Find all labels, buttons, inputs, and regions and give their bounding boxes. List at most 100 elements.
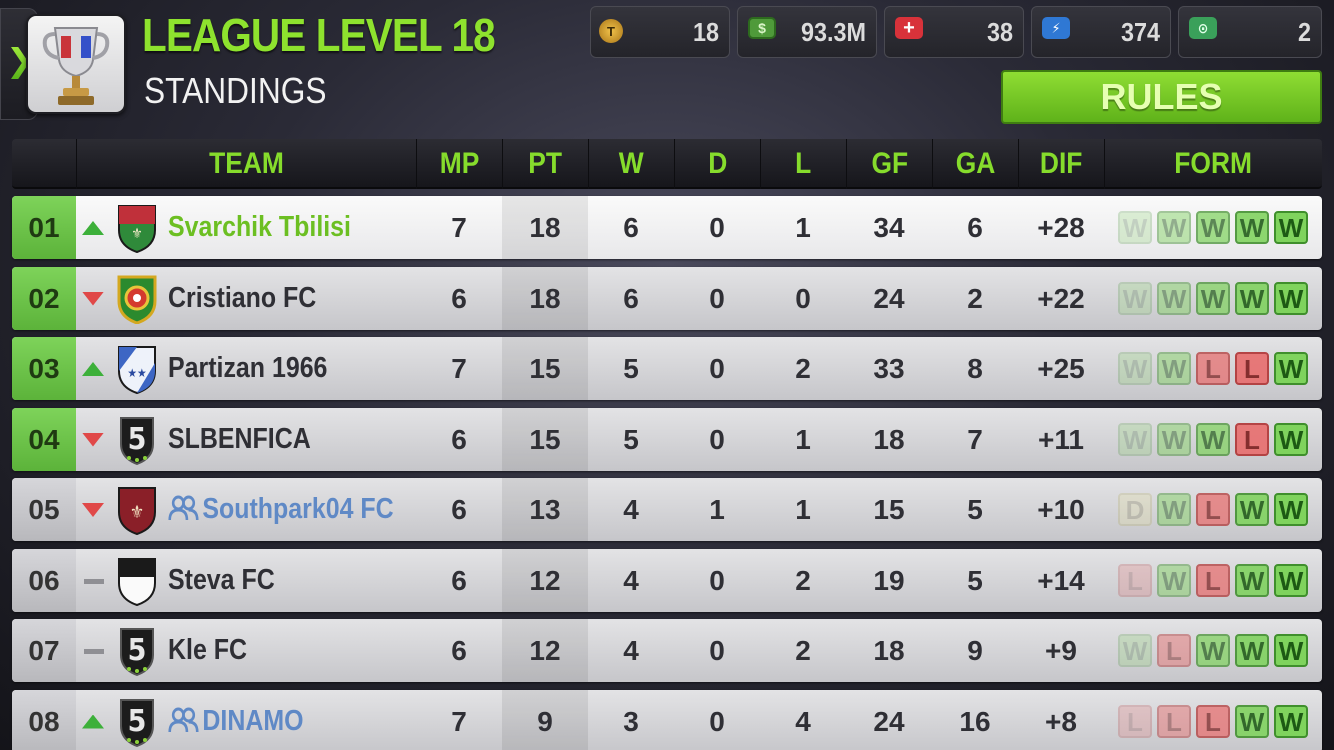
rules-button[interactable]: RULES (1001, 70, 1322, 124)
friends-icon (168, 495, 199, 521)
cell-d: 0 (709, 353, 725, 384)
form-guide: LLLWW (1118, 704, 1308, 739)
cell-l: 4 (795, 705, 811, 737)
team-name[interactable]: SLBENFICA (168, 408, 311, 471)
cell-w: 3 (623, 705, 639, 737)
cell-mp: 6 (451, 282, 467, 314)
form-result: W (1196, 281, 1230, 315)
league-cup-badge (26, 14, 126, 114)
form-result: W (1274, 634, 1308, 667)
table-row[interactable]: 02 Cristiano FC 6 18 6 0 0 24 2 +22 W W W W W (12, 266, 1322, 330)
cell-mp: 7 (451, 353, 467, 384)
trophy-icon (42, 27, 110, 105)
team-crest-icon: 5 (117, 625, 157, 677)
team-name[interactable]: Steva FC (168, 549, 275, 612)
team-name[interactable]: DINAMO (168, 690, 304, 750)
form-result: W (1157, 422, 1191, 456)
cell-dif: +22 (1037, 282, 1085, 314)
resource-cash[interactable]: $ 93.3M (737, 6, 877, 58)
column-form: FORM (1104, 139, 1322, 189)
team-name-label: Southpark04 FC (202, 493, 394, 525)
table-row[interactable]: 08 5 DINAMO 7 9 3 0 4 24 16 +8 L L L W W (12, 689, 1322, 750)
health-pack-icon: + (895, 17, 923, 39)
table-row[interactable]: 01 ⚜ Svarchik Tbilisi 7 18 6 0 1 34 6 +28 W W W W W (12, 196, 1322, 259)
form-result: W (1157, 211, 1191, 244)
standings-header: TEAM MP PT W D L GF GA DIF FORM (12, 139, 1322, 189)
token-icon: T (599, 19, 623, 43)
team-crest-icon: ⚜ (117, 202, 157, 254)
row-position: 01 (12, 196, 76, 259)
team-name-label: Svarchik Tbilisi (168, 211, 351, 243)
column-dif: DIF (1018, 139, 1104, 189)
cell-gf: 33 (873, 353, 905, 384)
column-gf: GF (846, 139, 932, 189)
cell-pt: 15 (502, 407, 588, 471)
team-name[interactable]: Southpark04 FC (168, 478, 394, 541)
form-result: L (1196, 704, 1230, 738)
row-position: 05 (12, 478, 76, 541)
resource-tokens-value: 18 (692, 17, 719, 47)
form-result: W (1157, 493, 1191, 526)
form-result: L (1235, 352, 1269, 385)
cell-ga: 6 (967, 212, 983, 243)
form-result: W (1196, 211, 1230, 244)
team-name-label: Kle FC (168, 634, 247, 666)
form-result: L (1196, 352, 1230, 385)
cell-dif: +11 (1038, 423, 1084, 455)
cell-w: 5 (623, 423, 639, 455)
form-guide: LWLWW (1118, 563, 1308, 598)
cell-l: 2 (795, 635, 811, 666)
cell-dif: +9 (1045, 635, 1077, 666)
cell-dif: +14 (1037, 564, 1085, 596)
cell-d: 0 (709, 423, 725, 455)
cell-w: 5 (623, 353, 639, 384)
form-result: W (1118, 422, 1152, 456)
table-row[interactable]: 04 5 SLBENFICA 6 15 5 0 1 18 7 +11 W W W L W (12, 407, 1322, 471)
table-row[interactable]: 07 5 Kle FC 6 12 4 0 2 18 9 +9 W L W W W (12, 619, 1322, 682)
team-crest-icon: 5 (117, 696, 157, 747)
cell-w: 4 (623, 564, 639, 596)
cell-pt: 15 (502, 337, 588, 400)
team-name-label: SLBENFICA (168, 422, 311, 455)
row-position: 06 (12, 548, 76, 612)
table-row[interactable]: 05 ⚜ Southpark04 FC 6 13 4 1 1 15 5 +10 D W L W W (12, 478, 1322, 541)
trend-up-icon (82, 714, 104, 729)
trend-down-icon (82, 291, 104, 306)
table-row[interactable]: 06 Steva FC 6 12 4 0 2 19 5 +14 L W L W W (12, 548, 1322, 612)
form-result: W (1196, 634, 1230, 667)
resource-scout[interactable]: ⊙ 2 (1178, 6, 1322, 58)
form-result: W (1157, 281, 1191, 315)
team-name-label: DINAMO (202, 704, 304, 737)
form-result: W (1274, 493, 1308, 526)
team-name[interactable]: Cristiano FC (168, 267, 316, 330)
resource-energy[interactable]: ⚡ 374 (1031, 6, 1171, 58)
cell-pt: 12 (502, 619, 588, 682)
table-row[interactable]: 03 ★★ Partizan 1966 7 15 5 0 2 33 8 +25 W W L L W (12, 337, 1322, 400)
form-result: W (1157, 352, 1191, 385)
team-name[interactable]: Svarchik Tbilisi (168, 196, 351, 259)
cell-l: 2 (795, 353, 811, 384)
resource-health[interactable]: + 38 (884, 6, 1024, 58)
cell-d: 0 (709, 212, 725, 243)
row-position: 04 (12, 407, 76, 471)
cell-dif: +28 (1037, 212, 1085, 243)
team-crest-icon: ⚜ (117, 484, 157, 536)
form-guide: WWWWW (1118, 211, 1308, 245)
form-result: D (1118, 493, 1152, 526)
cell-dif: +8 (1045, 705, 1077, 737)
svg-text:⚜: ⚜ (131, 226, 142, 242)
cell-l: 1 (795, 423, 811, 455)
form-result: L (1235, 422, 1269, 456)
cell-d: 1 (709, 494, 725, 525)
column-pt: PT (502, 139, 588, 189)
resource-tokens[interactable]: T 18 (590, 6, 730, 58)
form-result: W (1274, 352, 1308, 385)
cash-icon: $ (748, 17, 776, 39)
team-crest-icon (117, 555, 157, 606)
form-result: L (1196, 563, 1230, 597)
team-name[interactable]: Partizan 1966 (168, 337, 327, 400)
form-result: L (1157, 634, 1191, 667)
resource-cash-value: 93.3M (800, 17, 866, 47)
svg-text:5: 5 (128, 633, 147, 668)
team-name[interactable]: Kle FC (168, 619, 247, 682)
